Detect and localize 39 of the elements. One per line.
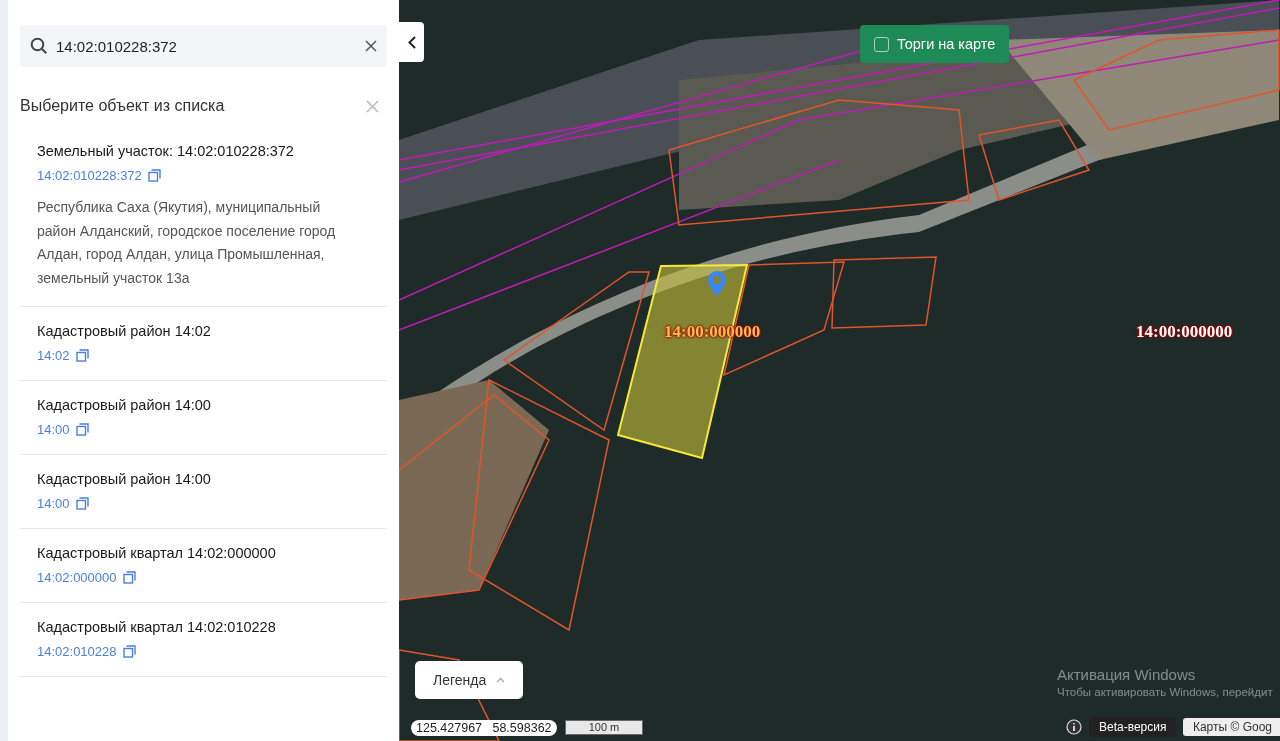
activation-notice-title: Активация Windows — [1057, 666, 1197, 683]
info-icon[interactable] — [1066, 719, 1082, 735]
collapse-panel-button[interactable] — [399, 22, 424, 62]
cadastral-number-link[interactable]: 14:02 — [37, 347, 70, 364]
result-title: Кадастровый район 14:00 — [37, 470, 212, 489]
result-title: Кадастровый квартал 14:02:010228 — [37, 618, 277, 637]
copy-icon[interactable] — [75, 497, 89, 510]
parcel-label: 14:00:000000 — [1136, 322, 1233, 342]
cadastral-number-link[interactable]: 14:00 — [37, 421, 70, 438]
result-title: Кадастровый район 14:02 — [37, 322, 212, 341]
auctions-toggle-button[interactable]: Торги на карте — [860, 25, 1010, 63]
chevron-left-icon — [407, 35, 416, 49]
result-title: Земельный участок: 14:02:010228:372 — [37, 142, 295, 161]
location-pin-icon — [708, 271, 726, 296]
activation-notice-text: Чтобы активировать Windows, перейдит — [1057, 686, 1273, 698]
search-icon — [30, 37, 48, 55]
cadastral-number-link[interactable]: 14:02:010228:372 — [37, 167, 142, 184]
cadastral-number-link[interactable]: 14:02:000000 — [37, 569, 117, 586]
copy-icon[interactable] — [122, 571, 136, 584]
beta-badge: Beta-версия — [1089, 717, 1177, 737]
checkbox[interactable] — [874, 36, 889, 52]
cadastral-number-link[interactable]: 14:02:010228 — [37, 643, 117, 660]
copy-icon[interactable] — [147, 169, 161, 182]
list-heading: Выберите объект из списка — [20, 97, 225, 115]
chevron-up-icon — [496, 677, 506, 683]
result-title: Кадастровый район 14:00 — [37, 396, 212, 415]
map-attribution: Карты © Goog — [1182, 718, 1280, 736]
address-text: Республика Саха (Якутия), муниципальный район Алданский, городское поселение город Алдан, город Алдан, улица Промышленная, земельный участок 13а — [37, 198, 337, 288]
search-field[interactable]: 14:02:010228:372 — [20, 25, 387, 67]
legend-button[interactable]: Легенда — [415, 661, 524, 699]
copy-icon[interactable] — [75, 349, 89, 362]
clear-icon[interactable] — [365, 40, 377, 52]
coordinates-text: 125.427967 58.598362 — [411, 720, 557, 736]
copy-icon[interactable] — [75, 423, 89, 436]
copy-icon[interactable] — [122, 645, 136, 658]
scale-bar: 100 m — [565, 720, 643, 735]
search-input[interactable]: 14:02:010228:372 — [48, 37, 365, 55]
result-title: Кадастровый квартал 14:02:000000 — [37, 544, 277, 563]
cadastral-number-link[interactable]: 14:00 — [37, 495, 70, 512]
